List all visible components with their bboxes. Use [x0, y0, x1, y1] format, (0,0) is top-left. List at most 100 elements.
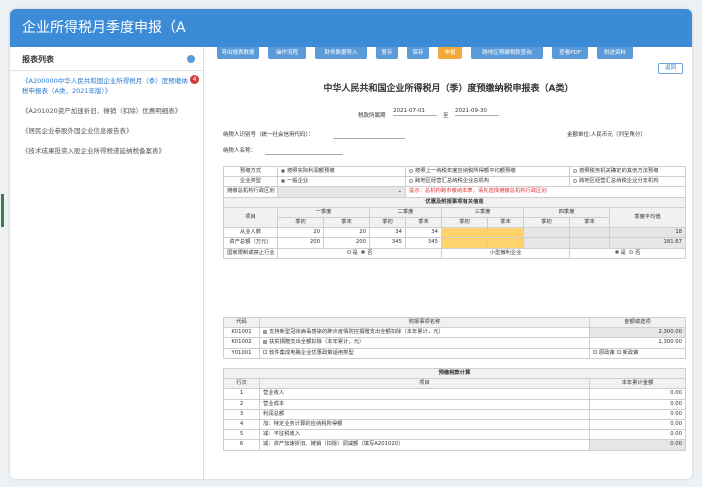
row-asset-label: 资产总额（万元）: [223, 237, 278, 249]
taxpayer-name-input[interactable]: [265, 154, 343, 155]
asset-q1-start[interactable]: 200: [277, 237, 324, 249]
calc-item: 减：资产加速折旧、摊销（扣除）调减额（填写A201020）: [259, 439, 590, 451]
main-panel: 导出报表数据 操作流程 财务数据导入 暂存 保存 申报 跨地区预缴税款查询 查看…: [205, 47, 692, 479]
prepay-opt-1[interactable]: 按照实际利润额预缴: [276, 165, 407, 178]
calc-item: 利润总额: [259, 408, 590, 420]
software-policy-options[interactable]: 原政策 新政策: [589, 347, 686, 359]
attach-value[interactable]: 2,300.00: [589, 327, 686, 339]
taxpayer-id-input[interactable]: [333, 138, 405, 139]
process-button[interactable]: 操作流程: [268, 47, 306, 59]
section1-title: 优惠及附报事项有关信息: [222, 196, 687, 208]
q2-end-header: 季末: [405, 216, 443, 229]
emp-q2-end[interactable]: 34: [405, 227, 443, 239]
emp-q2-start[interactable]: 34: [368, 227, 407, 239]
left-accent-bar: [1, 194, 4, 227]
enterprise-opt-3[interactable]: 跨地区经营汇总纳税企业分支机构: [569, 176, 687, 188]
amount-header: 金额或选项: [589, 316, 686, 329]
area-label: 摊缴总机构行政区划: [223, 186, 278, 198]
q1-header: 一季度: [277, 206, 370, 218]
avg-header: 季度平均值: [609, 206, 687, 229]
sidebar-item-foreign-report[interactable]: 《居民企业参股外国企业信息报告表》: [10, 121, 203, 141]
period-to-input[interactable]: 2021-09-30: [455, 107, 499, 116]
area-select[interactable]: ⌄: [276, 186, 407, 198]
calc-item: 加：特定业务计算的应纳税所得额: [259, 418, 590, 431]
calc-item: 营业成本: [259, 398, 590, 410]
sidebar-item-a200000[interactable]: 《A200000中华人民共和国企业所得税月（季）度预缴纳税申报表（A类，2021…: [10, 71, 203, 101]
attach-button[interactable]: 附送资料: [597, 47, 633, 59]
asset-q3-start[interactable]: [441, 237, 489, 249]
code-header: 代码: [223, 316, 260, 329]
attach-code: Y01001: [223, 347, 260, 359]
q4-start-header: 季初: [523, 216, 571, 229]
q3-end-header: 季末: [487, 216, 525, 229]
query-button[interactable]: 跨地区预缴税款查询: [471, 47, 543, 59]
prepay-opt-3[interactable]: 按照税务机关确定的其他方法预缴: [569, 165, 687, 178]
emp-avg: 18: [609, 227, 687, 239]
submit-button[interactable]: 申报: [438, 47, 462, 59]
import-button[interactable]: 财务数据导入: [315, 47, 367, 59]
col-item-header: 项目: [223, 206, 278, 229]
enterprise-opt-1[interactable]: 一般企业: [276, 176, 407, 188]
pdf-button[interactable]: 查看PDF: [552, 47, 588, 59]
asset-q2-start[interactable]: 345: [368, 237, 407, 249]
calc-line-no: 4: [223, 418, 260, 431]
app-title: 企业所得税月季度申报（A: [10, 9, 692, 47]
asset-q4-start: [523, 237, 571, 249]
app-window: 企业所得税月季度申报（A 报表列表 《A200000中华人民共和国企业所得税月（…: [10, 9, 692, 479]
q3-start-header: 季初: [441, 216, 489, 229]
calc-value[interactable]: 0.00: [588, 439, 687, 451]
attach-row-y01001[interactable]: 软件集成电路企业优惠政策适用类型: [259, 347, 590, 359]
period-from-input[interactable]: 2021-07-01: [393, 107, 437, 116]
cum-header: 本年累计金额: [588, 378, 687, 390]
calc-line-no: 3: [223, 408, 260, 420]
draft-button[interactable]: 暂存: [376, 47, 398, 59]
section2-title: 预缴税款计算: [222, 367, 687, 380]
calc-value[interactable]: 0.00: [588, 398, 687, 410]
sidebar-item-a201020[interactable]: 《A201020资产加速折旧、摊销（扣除）优惠明细表》: [10, 101, 203, 121]
refresh-icon[interactable]: [187, 55, 195, 63]
calc-line-no: 5: [223, 429, 260, 441]
calc-value[interactable]: 0.00: [588, 408, 687, 420]
taxpayer-name-label: 纳税人名称：: [223, 148, 257, 154]
period-to-label: 至: [443, 113, 449, 119]
asset-q3-end[interactable]: [487, 237, 525, 249]
export-button[interactable]: 导出报表数据: [217, 47, 259, 59]
form-table-calc: 预缴税款计算 行次 项目 本年累计金额 1 营业收入 0.00 2 营业成本 0.00 …: [222, 367, 687, 451]
sidebar-item-tech-filing[interactable]: 《技术成果投资入股企业所得税递延纳税备案表》: [10, 141, 203, 161]
calc-value[interactable]: 0.00: [588, 388, 687, 400]
enterprise-opt-2[interactable]: 跨地区经营汇总纳税企业总机构: [405, 176, 571, 188]
asset-q1-end[interactable]: 200: [323, 237, 370, 249]
small-label: 小型微利企业: [441, 247, 571, 259]
attach-row-k01002[interactable]: 扶贫捐赠支出全额扣除（本年累计，元）: [259, 337, 590, 349]
sidebar-title: 报表列表: [10, 47, 203, 71]
asset-avg: 181.67: [609, 237, 687, 249]
emp-q3-end[interactable]: [487, 227, 525, 239]
asset-q4-end: [569, 237, 611, 249]
calc-value[interactable]: 0.00: [588, 429, 687, 441]
q4-header: 四季度: [523, 206, 611, 218]
back-button[interactable]: 返回: [658, 63, 683, 74]
asset-q2-end[interactable]: 345: [405, 237, 443, 249]
q2-header: 二季度: [368, 206, 443, 218]
emp-q1-start[interactable]: 20: [277, 227, 324, 239]
emp-q3-start[interactable]: [441, 227, 489, 239]
attach-row-k01001[interactable]: 支持新型冠状病毒感染的肺炎疫情防控捐赠支出全额扣除（本年累计，元）: [259, 327, 590, 339]
save-button[interactable]: 保存: [407, 47, 429, 59]
q1-end-header: 季末: [323, 216, 370, 229]
emp-q1-end[interactable]: 20: [323, 227, 370, 239]
attach-code: K01001: [223, 327, 260, 339]
restricted-label: 国家限制或禁止行业: [223, 247, 278, 259]
small-radio-group[interactable]: 是 否: [569, 247, 687, 259]
q2-start-header: 季初: [368, 216, 407, 229]
prepay-method-label: 预缴方式: [223, 165, 278, 178]
q3-header: 三季度: [441, 206, 525, 218]
line-header: 行次: [223, 378, 260, 390]
attach-value[interactable]: 1,300.00: [589, 337, 686, 349]
emp-q4-start: [523, 227, 571, 239]
calc-item: 营业收入: [259, 388, 590, 400]
unit-label: 金额单位:人民币元（列至角分）: [567, 132, 646, 138]
calc-line-no: 2: [223, 398, 260, 410]
restricted-radio-group[interactable]: 是 否: [276, 247, 443, 259]
prepay-opt-2[interactable]: 按照上一纳税年度应纳税所得额平均额预缴: [405, 165, 571, 178]
calc-value[interactable]: 0.00: [588, 418, 687, 431]
